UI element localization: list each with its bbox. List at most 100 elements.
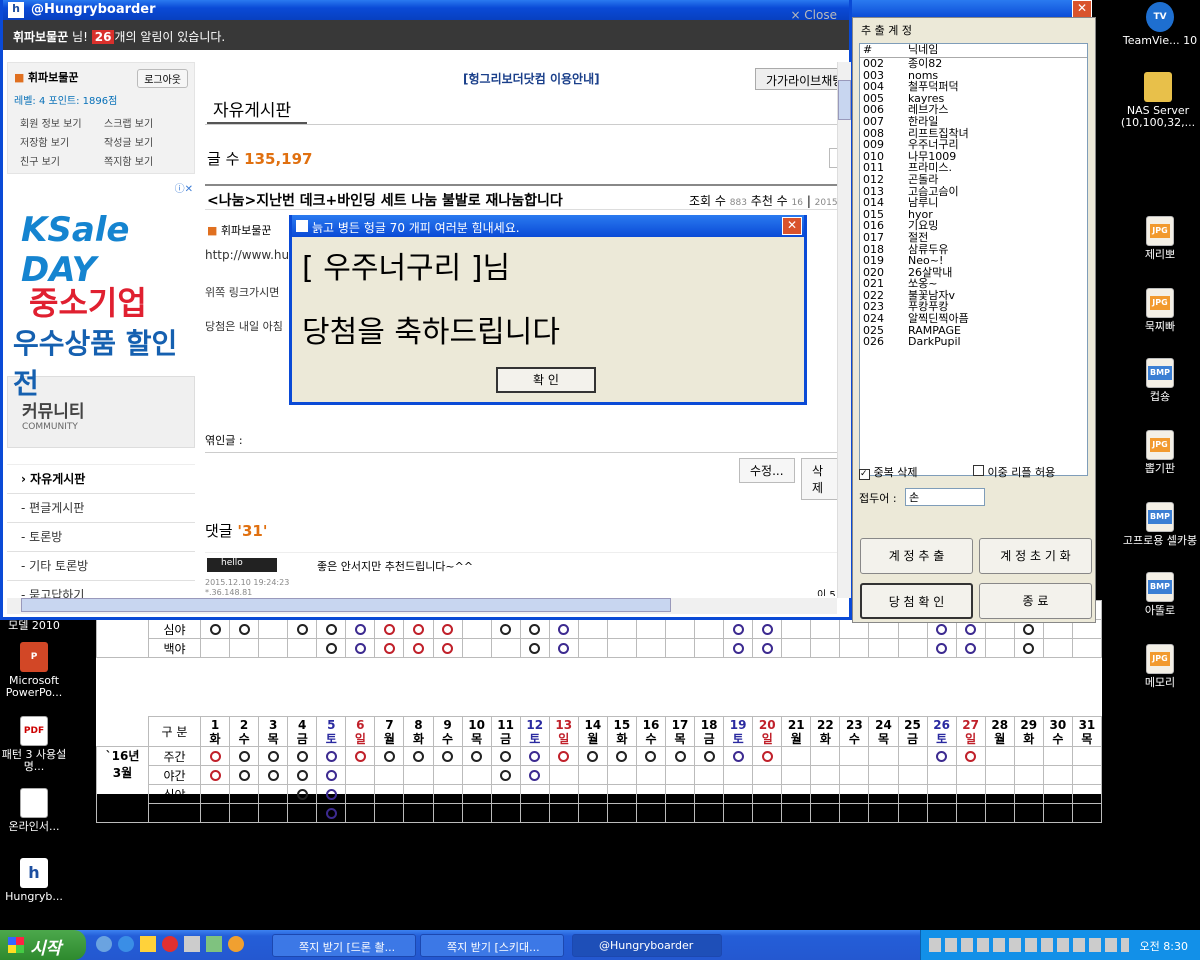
reset-accounts-button[interactable]: 계 정 초 기 화 <box>979 538 1092 574</box>
schedule-cell[interactable] <box>490 765 521 785</box>
schedule-cell[interactable] <box>1042 803 1073 823</box>
dialog-titlebar[interactable]: 늙고 병든 헝글 70 개피 여러분 힘내세요. ✕ <box>292 215 804 237</box>
nav-discussion[interactable]: - 토론방 <box>7 523 195 552</box>
schedule-cell[interactable] <box>664 784 696 804</box>
dup-reply-checkbox[interactable]: 이중 리플 허용 <box>973 464 1055 480</box>
schedule-cell[interactable] <box>1013 803 1044 823</box>
schedule-cell[interactable] <box>199 619 231 639</box>
comment-pager[interactable]: 이 5 <box>817 586 836 596</box>
schedule-cell[interactable] <box>810 619 841 639</box>
list-item[interactable]: 014 남루니 <box>860 197 1087 209</box>
schedule-cell[interactable] <box>723 746 754 766</box>
schedule-cell[interactable] <box>548 803 579 823</box>
schedule-cell[interactable] <box>374 746 405 766</box>
schedule-cell[interactable] <box>1042 638 1073 658</box>
schedule-cell[interactable] <box>374 619 405 639</box>
schedule-cell[interactable] <box>868 765 899 785</box>
schedule-cell[interactable] <box>199 784 231 804</box>
scroll-thumb[interactable] <box>838 80 851 120</box>
schedule-cell[interactable] <box>810 784 841 804</box>
link-scrap[interactable]: 스크랩 보기 <box>104 115 188 130</box>
link-friends[interactable]: 친구 보기 <box>20 153 104 168</box>
schedule-cell[interactable] <box>229 619 260 639</box>
schedule-cell[interactable] <box>1042 746 1073 766</box>
schedule-cell[interactable] <box>316 803 347 823</box>
schedule-cell[interactable] <box>403 638 434 658</box>
schedule-cell[interactable] <box>839 803 870 823</box>
schedule-cell[interactable] <box>287 638 318 658</box>
schedule-cell[interactable] <box>664 765 696 785</box>
schedule-cell[interactable] <box>926 803 957 823</box>
app-icon[interactable] <box>206 936 222 952</box>
schedule-cell[interactable] <box>955 765 986 785</box>
nav-free-board[interactable]: › 자유게시판 <box>7 465 195 494</box>
schedule-cell[interactable] <box>432 803 463 823</box>
taskbar-item-hungryboarder[interactable]: @Hungryboarder <box>572 934 722 957</box>
schedule-cell[interactable] <box>839 784 870 804</box>
schedule-cell[interactable] <box>490 619 521 639</box>
schedule-cell[interactable] <box>519 803 550 823</box>
schedule-cell[interactable] <box>199 746 231 766</box>
list-item[interactable]: 019 Neo~! <box>860 255 1087 267</box>
schedule-cell[interactable] <box>897 746 928 766</box>
schedule-cell[interactable] <box>897 784 928 804</box>
schedule-cell[interactable] <box>548 746 579 766</box>
schedule-cell[interactable] <box>694 765 725 785</box>
list-item[interactable]: 012 곤돌라 <box>860 174 1087 186</box>
schedule-cell[interactable] <box>229 803 260 823</box>
schedule-cell[interactable] <box>781 746 812 766</box>
schedule-cell[interactable] <box>723 803 754 823</box>
list-item[interactable]: 020 26살막내 <box>860 267 1087 279</box>
file-ppopgipan[interactable]: 뽑기판 <box>1122 430 1198 475</box>
schedule-cell[interactable] <box>606 746 637 766</box>
schedule-cell[interactable] <box>548 765 579 785</box>
exit-button[interactable]: 종 료 <box>979 583 1092 619</box>
schedule-cell[interactable] <box>781 638 812 658</box>
schedule-cell[interactable] <box>432 784 463 804</box>
schedule-cell[interactable] <box>548 638 579 658</box>
schedule-cell[interactable] <box>926 746 957 766</box>
schedule-cell[interactable] <box>839 746 870 766</box>
prefix-input[interactable]: 손 <box>905 488 985 506</box>
schedule-cell[interactable] <box>955 638 986 658</box>
schedule-cell[interactable] <box>635 765 667 785</box>
schedule-cell[interactable] <box>839 638 870 658</box>
schedule-cell[interactable] <box>752 619 783 639</box>
schedule-cell[interactable] <box>577 746 608 766</box>
schedule-cell[interactable] <box>1071 784 1103 804</box>
list-item[interactable]: 026 DarkPupil <box>860 336 1087 348</box>
schedule-cell[interactable] <box>926 784 957 804</box>
schedule-cell[interactable] <box>868 803 899 823</box>
list-item[interactable]: 018 삼류두유 <box>860 243 1087 256</box>
schedule-cell[interactable] <box>926 638 957 658</box>
edit-button[interactable]: 수정... <box>739 458 795 483</box>
schedule-cell[interactable] <box>1071 803 1103 823</box>
schedule-cell[interactable] <box>810 746 841 766</box>
schedule-cell[interactable] <box>258 638 289 658</box>
schedule-cell[interactable] <box>316 746 347 766</box>
schedule-cell[interactable] <box>199 638 231 658</box>
schedule-cell[interactable] <box>258 784 289 804</box>
schedule-cell[interactable] <box>635 638 667 658</box>
schedule-cell[interactable] <box>955 803 986 823</box>
schedule-cell[interactable] <box>519 746 550 766</box>
ok-button[interactable]: 확 인 <box>496 367 596 393</box>
schedule-cell[interactable] <box>403 803 434 823</box>
schedule-cell[interactable] <box>781 765 812 785</box>
schedule-cell[interactable] <box>316 619 347 639</box>
schedule-cell[interactable] <box>635 784 667 804</box>
file-memory[interactable]: 메모리 <box>1122 644 1198 689</box>
app-icon[interactable] <box>228 936 244 952</box>
list-item[interactable]: 016 기요밍 <box>860 220 1087 232</box>
quick-launch-icon[interactable] <box>96 936 112 952</box>
chat-icon[interactable] <box>140 936 156 952</box>
list-item[interactable]: 024 알찍딘찍아픔 <box>860 313 1087 325</box>
schedule-cell[interactable] <box>752 765 783 785</box>
taskbar-item-message1[interactable]: 쪽지 받기 [드론 촬... <box>272 934 416 957</box>
file-attolro[interactable]: 아똘로 <box>1122 572 1198 617</box>
schedule-cell[interactable] <box>664 803 696 823</box>
schedule-cell[interactable] <box>984 784 1015 804</box>
schedule-cell[interactable] <box>432 746 463 766</box>
schedule-cell[interactable] <box>955 746 986 766</box>
live-chat-button[interactable]: 가가라이브채팅 <box>755 68 841 90</box>
